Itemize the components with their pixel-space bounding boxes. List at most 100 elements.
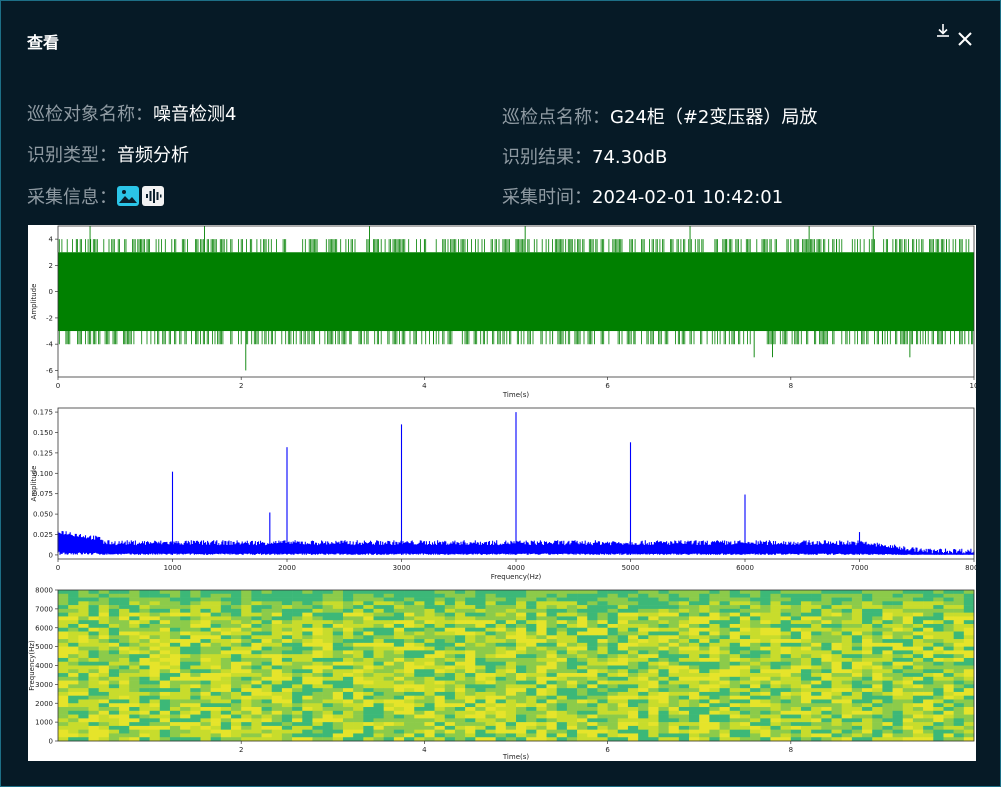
audio-attachment-button[interactable] xyxy=(142,186,164,206)
spectrogram-cell xyxy=(393,623,405,629)
spectrogram-cell xyxy=(332,725,344,730)
close-button[interactable] xyxy=(955,29,975,49)
spectrogram-cell xyxy=(119,688,130,693)
spectrogram-cell xyxy=(119,733,130,738)
spectrogram-cell xyxy=(159,605,171,610)
spectrogram-cell xyxy=(139,608,150,613)
spectrogram-cell xyxy=(892,703,904,708)
spectrogram-cell xyxy=(302,627,313,632)
spectrogram-cell xyxy=(505,729,517,734)
spectrogram-cell xyxy=(678,714,690,719)
spectrogram-cell xyxy=(312,676,323,681)
spectrogram-cell xyxy=(424,695,435,700)
spectrogram-cell xyxy=(241,627,252,632)
spectrogram-cell xyxy=(831,654,842,659)
spectrogram-cell xyxy=(658,597,669,602)
spectrogram-cell xyxy=(78,597,89,602)
spectrogram-cell xyxy=(58,635,69,640)
spectrogram-cell xyxy=(862,722,873,727)
spectrogram-cell xyxy=(210,616,222,621)
spectrogram-cell xyxy=(129,597,140,602)
download-button[interactable] xyxy=(934,21,952,41)
spectrogram-cell xyxy=(88,650,100,655)
spectrogram-cell xyxy=(516,646,527,651)
spectrogram-cell xyxy=(729,703,741,708)
view-dialog: 查看 巡检对象名称：噪音检测4 巡检点名称：G24柜（#2变压器）局放 识别类型… xyxy=(0,0,1001,787)
spectrogram-cell xyxy=(699,631,710,636)
spectrogram-cell xyxy=(169,608,181,613)
spectrogram-cell xyxy=(638,665,649,670)
spectrogram-cell xyxy=(98,676,110,681)
spectrogram-cell xyxy=(302,676,313,681)
spectrogram-cell xyxy=(617,635,629,640)
spectrogram-cell xyxy=(312,650,323,655)
spectrogram-cell xyxy=(678,729,690,734)
spectrogram-cell xyxy=(68,676,79,681)
spectrogram-cell xyxy=(373,590,384,595)
spectrogram-cell xyxy=(220,688,232,693)
spectrogram-cell xyxy=(495,657,507,663)
spectrogram-cell xyxy=(190,688,201,693)
spectrogram-cell xyxy=(393,680,405,685)
spectrogram-cell xyxy=(800,699,812,704)
spectrogram-cell xyxy=(281,642,293,647)
spectrogram-cell xyxy=(68,654,79,659)
spectrogram-cell xyxy=(648,707,659,712)
spectrogram-cell xyxy=(587,616,598,621)
spectrogram-cell xyxy=(454,718,466,723)
spectrogram-cell xyxy=(831,688,842,693)
image-attachment-button[interactable] xyxy=(117,186,139,206)
spectrogram-cell xyxy=(607,673,619,678)
spectrogram-cell xyxy=(678,680,690,685)
spectrogram-cell xyxy=(587,612,598,617)
spectrogram-cell xyxy=(546,650,558,655)
spectrogram-cell xyxy=(943,691,954,697)
spectrogram-cell xyxy=(353,691,364,697)
spectrogram-cell xyxy=(811,680,822,685)
spectrogram-cell xyxy=(780,608,792,613)
spectrogram-cell xyxy=(251,593,262,598)
spectrogram-cell xyxy=(98,669,110,674)
spectrogram-cell xyxy=(271,688,283,693)
spectrogram-cell xyxy=(536,631,547,636)
spectrogram-cell xyxy=(617,627,629,632)
spectrogram-cell xyxy=(678,627,690,632)
spectrogram-cell xyxy=(953,676,965,681)
spectrogram-cell xyxy=(373,714,384,719)
spectrogram-cell xyxy=(169,623,181,629)
spectrogram-cell xyxy=(770,718,781,723)
spectrogram-cell xyxy=(159,688,171,693)
spectrogram-cell xyxy=(414,725,425,730)
spectrogram-cell xyxy=(210,605,222,610)
spectrogram-cell xyxy=(739,676,751,681)
spectrogram-cell xyxy=(800,627,812,632)
spectrogram-cell xyxy=(811,703,822,708)
spectrogram-cell xyxy=(739,729,751,734)
spectrogram-cell xyxy=(424,605,435,610)
spectrogram-cell xyxy=(953,635,965,640)
spectrogram-cell xyxy=(424,725,435,730)
spectrogram-cell xyxy=(689,710,700,715)
spectrogram-cell xyxy=(292,635,303,640)
spectrogram-cell xyxy=(271,650,283,655)
spectrogram-cell xyxy=(556,654,568,659)
collect-time-label: 采集时间： xyxy=(502,187,592,208)
spectrogram-cell xyxy=(210,729,222,734)
spectrogram-cell xyxy=(770,695,781,700)
spectrogram-cell xyxy=(231,691,242,697)
spectrogram-cell xyxy=(566,616,578,621)
spectrogram-cell xyxy=(851,654,863,659)
spectrogram-cell xyxy=(302,623,313,629)
spectrogram-cell xyxy=(577,669,588,674)
spectrogram-cell xyxy=(699,673,710,678)
spectrogram-cell xyxy=(587,725,598,730)
spectrogram-cell xyxy=(475,680,486,685)
spectrogram-cell xyxy=(566,665,578,670)
spectrogram-cell xyxy=(200,661,211,666)
spectrogram-cell xyxy=(638,597,649,602)
spectrogram-cell xyxy=(526,688,537,693)
spectrogram-cell xyxy=(658,657,669,663)
spectrogram-cell xyxy=(465,725,476,730)
spectrogram-cell xyxy=(454,657,466,663)
spectrogram-cell xyxy=(424,601,435,606)
